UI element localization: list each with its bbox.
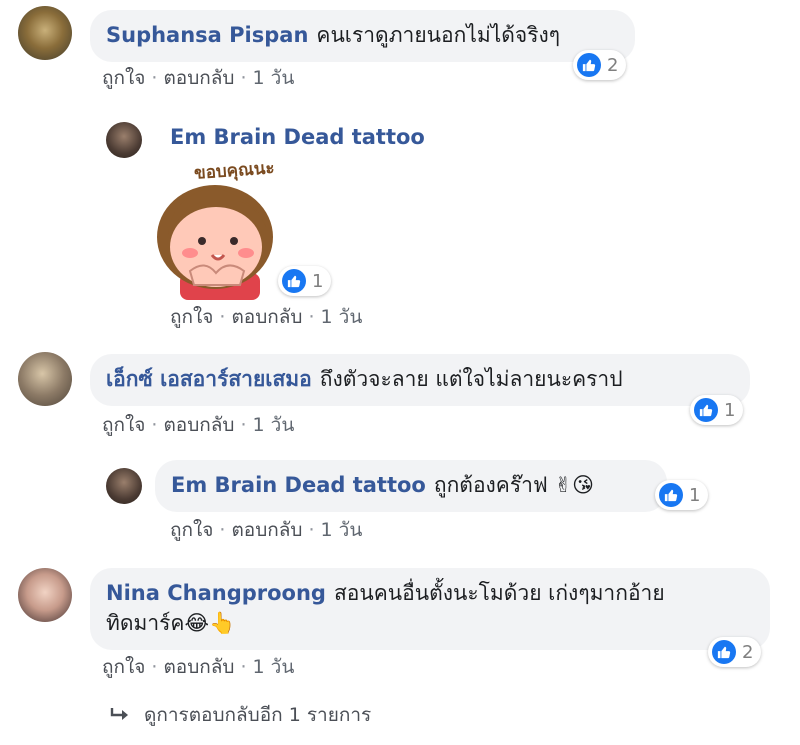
comment-actions: ถูกใจ · ตอบกลับ · 1 วัน bbox=[102, 67, 295, 89]
sticker: ขอบคุณนะ bbox=[150, 155, 280, 300]
comment-text: ทิดมาร์ค bbox=[106, 611, 185, 635]
comment-bubble: เอ็กซ์ เอสอาร์สายเสมอ ถึงตัวจะลาย แต่ใจไม… bbox=[90, 354, 750, 406]
like-thumb-icon bbox=[577, 53, 601, 77]
comment-text: ถึงตัวจะลาย แต่ใจไม่ลายนะคราป bbox=[319, 367, 623, 391]
reaction-count: 2 bbox=[607, 54, 619, 76]
sticker-text: ขอบคุณนะ bbox=[193, 158, 276, 184]
comment-text: ถูกต้องคร๊าฟ bbox=[433, 473, 548, 497]
timestamp[interactable]: 1 วัน bbox=[253, 67, 295, 89]
avatar[interactable] bbox=[18, 352, 72, 406]
comment-bubble: Em Brain Dead tattoo ถูกต้องคร๊าฟ ✌😘 bbox=[155, 460, 667, 512]
reaction-badge[interactable]: 2 bbox=[708, 637, 762, 667]
reaction-count: 1 bbox=[312, 270, 324, 292]
view-more-replies[interactable]: ดูการตอบกลับอีก 1 รายการ bbox=[110, 700, 371, 730]
reply-link[interactable]: ตอบกลับ bbox=[163, 656, 234, 678]
emoji: 😂👆 bbox=[184, 611, 236, 635]
reaction-count: 1 bbox=[724, 399, 736, 421]
commenter-name[interactable]: Em Brain Dead tattoo bbox=[171, 473, 426, 497]
reply-link[interactable]: ตอบกลับ bbox=[231, 519, 302, 541]
like-thumb-icon bbox=[712, 640, 736, 664]
commenter-name[interactable]: Suphansa Pispan bbox=[106, 23, 308, 47]
comment-actions: ถูกใจ · ตอบกลับ · 1 วัน bbox=[102, 414, 295, 436]
comment-bubble: Suphansa Pispan คนเราดูภายนอกไม่ได้จริงๆ bbox=[90, 10, 635, 62]
commenter-name[interactable]: เอ็กซ์ เอสอาร์สายเสมอ bbox=[106, 367, 312, 391]
comment-bubble: Nina Changproong สอนคนอื่นตั้งนะโมด้วย เก… bbox=[90, 568, 770, 650]
comment-actions: ถูกใจ · ตอบกลับ · 1 วัน bbox=[102, 656, 295, 678]
timestamp[interactable]: 1 วัน bbox=[321, 306, 363, 328]
like-link[interactable]: ถูกใจ bbox=[170, 306, 213, 328]
avatar[interactable] bbox=[106, 122, 142, 158]
avatar[interactable] bbox=[18, 6, 72, 60]
emoji: ✌😘 bbox=[554, 473, 594, 497]
reaction-badge[interactable]: 1 bbox=[655, 480, 709, 510]
like-link[interactable]: ถูกใจ bbox=[102, 414, 145, 436]
like-link[interactable]: ถูกใจ bbox=[170, 519, 213, 541]
avatar[interactable] bbox=[18, 568, 72, 622]
reply-arrow-icon bbox=[110, 708, 128, 720]
reaction-count: 1 bbox=[689, 484, 701, 506]
comment-actions: ถูกใจ · ตอบกลับ · 1 วัน bbox=[170, 306, 363, 328]
reaction-badge[interactable]: 1 bbox=[278, 266, 332, 296]
reply-link[interactable]: ตอบกลับ bbox=[163, 414, 234, 436]
like-thumb-icon bbox=[694, 398, 718, 422]
avatar[interactable] bbox=[106, 468, 142, 504]
commenter-name[interactable]: Em Brain Dead tattoo bbox=[170, 125, 425, 149]
timestamp[interactable]: 1 วัน bbox=[253, 656, 295, 678]
view-more-replies-label: ดูการตอบกลับอีก 1 รายการ bbox=[144, 704, 372, 726]
reaction-count: 2 bbox=[742, 641, 754, 663]
timestamp[interactable]: 1 วัน bbox=[321, 519, 363, 541]
like-thumb-icon bbox=[659, 483, 683, 507]
reaction-badge[interactable]: 1 bbox=[690, 395, 744, 425]
like-link[interactable]: ถูกใจ bbox=[102, 656, 145, 678]
comment-actions: ถูกใจ · ตอบกลับ · 1 วัน bbox=[170, 519, 363, 541]
like-thumb-icon bbox=[282, 269, 306, 293]
commenter-name[interactable]: Nina Changproong bbox=[106, 581, 326, 605]
comment-text: คนเราดูภายนอกไม่ได้จริงๆ bbox=[316, 23, 561, 47]
timestamp[interactable]: 1 วัน bbox=[253, 414, 295, 436]
reply-link[interactable]: ตอบกลับ bbox=[231, 306, 302, 328]
comment-text: สอนคนอื่นตั้งนะโมด้วย เก่งๆมากอ้าย bbox=[333, 581, 665, 605]
reply-link[interactable]: ตอบกลับ bbox=[163, 67, 234, 89]
reaction-badge[interactable]: 2 bbox=[573, 50, 627, 80]
like-link[interactable]: ถูกใจ bbox=[102, 67, 145, 89]
